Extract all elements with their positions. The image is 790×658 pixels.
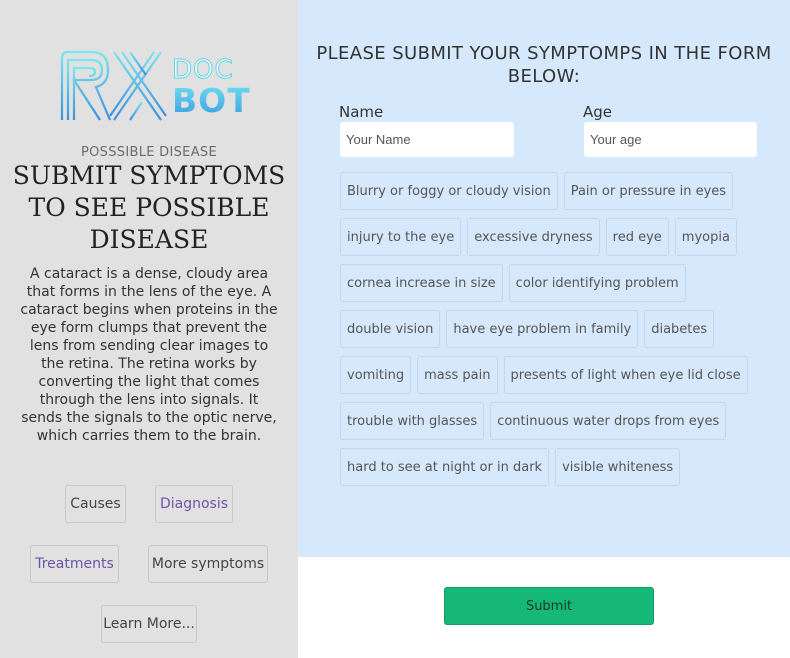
symptom-chip[interactable]: visible whiteness [555,448,681,486]
logo-bot-text: BOT [172,81,251,120]
submit-button[interactable]: Submit [444,587,654,625]
disease-description: A cataract is a dense, cloudy area that … [20,266,278,444]
rx-docbot-logo: DOC BOT [56,48,250,128]
symptom-chip[interactable]: cornea increase in size [340,264,503,302]
symptom-chip[interactable]: Blurry or foggy or cloudy vision [340,172,558,210]
symptom-chip[interactable]: injury to the eye [340,218,462,256]
form-title: PLEASE SUBMIT YOUR SYMPTOMPS IN THE FORM… [316,43,772,87]
symptom-chip[interactable]: have eye problem in family [446,310,639,348]
symptom-chip[interactable]: diabetes [644,310,715,348]
more-symptoms-button[interactable]: More symptoms [148,545,268,583]
symptom-chip[interactable]: excessive dryness [467,218,600,256]
symptom-chip[interactable]: vomiting [340,356,412,394]
sidebar: DOC BOT POSSSIBLE DISEASE SUBMIT SYMPTOM… [0,0,298,658]
name-label: Name [339,103,384,121]
name-input[interactable] [339,121,515,158]
symptom-chip[interactable]: presents of light when eye lid close [503,356,748,394]
symptom-chip[interactable]: red eye [605,218,669,256]
symptom-chip[interactable]: double vision [340,310,441,348]
page-heading: SUBMIT SYMPTOMS TO SEE POSSIBLE DISEASE [12,161,286,254]
diagnosis-button[interactable]: Diagnosis [155,485,233,523]
learn-more-button[interactable]: Learn More... [101,605,197,643]
symptom-chip[interactable]: Pain or pressure in eyes [563,172,734,210]
eyebrow-label: POSSSIBLE DISEASE [81,145,217,160]
symptom-chip[interactable]: hard to see at night or in dark [340,448,550,486]
symptom-chip[interactable]: mass pain [417,356,498,394]
age-input[interactable] [583,121,758,158]
age-label: Age [583,103,613,121]
causes-button[interactable]: Causes [65,485,126,523]
symptom-chip[interactable]: color identifying problem [508,264,686,302]
symptom-chip[interactable]: trouble with glasses [340,402,485,440]
symptom-chip-list: Blurry or foggy or cloudy vision Pain or… [340,172,750,494]
symptom-chip[interactable]: continuous water drops from eyes [490,402,727,440]
treatments-button[interactable]: Treatments [30,545,119,583]
symptom-chip[interactable]: myopia [674,218,737,256]
symptom-form: PLEASE SUBMIT YOUR SYMPTOMPS IN THE FORM… [298,0,790,557]
rx-logo-mark [60,50,167,121]
